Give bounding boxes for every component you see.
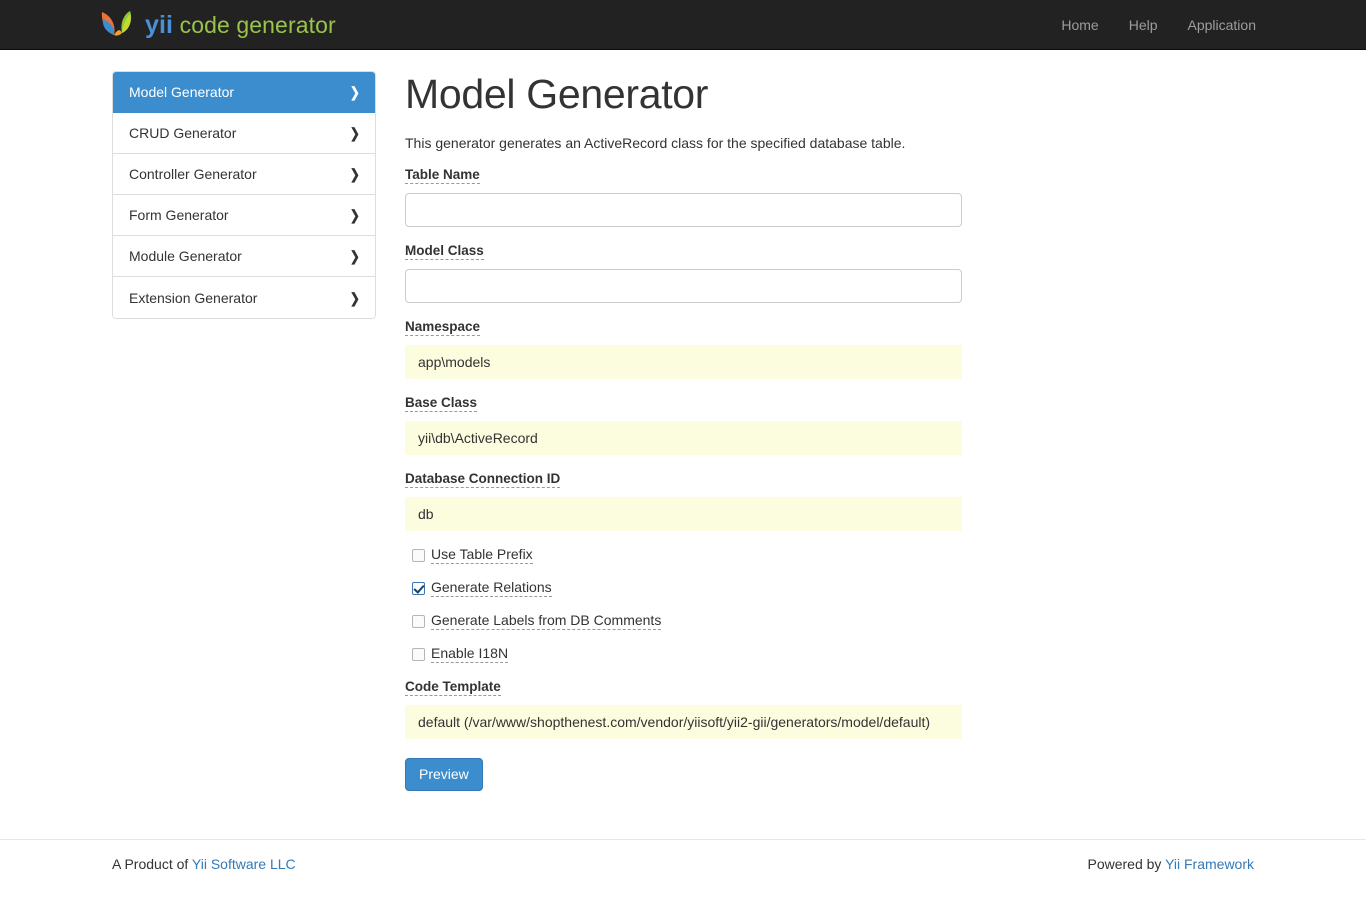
namespace-input[interactable] (405, 345, 962, 379)
sidebar-item-label: Module Generator (129, 248, 349, 264)
sidebar-item-label: Model Generator (129, 84, 349, 100)
field-group-db-connection-id: Database Connection ID (405, 470, 1005, 531)
enable-i18n-checkbox[interactable] (412, 648, 425, 661)
sidebar-item-extension-generator[interactable]: Extension Generator ❯ (113, 277, 375, 318)
footer-product-credit: A Product of Yii Software LLC (112, 856, 296, 872)
checkbox-row-generate-labels-from-db-comments: Generate Labels from DB Comments (405, 612, 1005, 630)
nav-item-help[interactable]: Help (1114, 0, 1173, 50)
brand-text: yii code generator (145, 13, 336, 38)
footer-left-prefix: A Product of (112, 856, 192, 872)
footer-powered-by: Powered by Yii Framework (1087, 856, 1254, 872)
db-connection-id-input[interactable] (405, 497, 962, 531)
table-name-input[interactable] (405, 193, 962, 227)
primary-nav: Home Help Application (1046, 0, 1271, 50)
sidebar-item-form-generator[interactable]: Form Generator ❯ (113, 195, 375, 236)
footer-link-yii-software[interactable]: Yii Software LLC (192, 856, 296, 872)
generate-relations-label: Generate Relations (431, 579, 552, 597)
page-title: Model Generator (405, 72, 1005, 117)
field-group-model-class: Model Class (405, 242, 1005, 303)
use-table-prefix-checkbox[interactable] (412, 549, 425, 562)
sidebar-item-label: CRUD Generator (129, 125, 349, 141)
checkbox-row-generate-relations: Generate Relations (405, 579, 1005, 597)
preview-button[interactable]: Preview (405, 758, 483, 791)
label-code-template: Code Template (405, 679, 501, 696)
content-container: Model Generator ❯ CRUD Generator ❯ Contr… (0, 50, 1366, 839)
use-table-prefix-label: Use Table Prefix (431, 546, 533, 564)
brand-name-codegen: code generator (180, 12, 336, 38)
sidebar-item-label: Form Generator (129, 207, 349, 223)
footer-right-prefix: Powered by (1087, 856, 1165, 872)
sidebar-item-label: Extension Generator (129, 290, 349, 306)
sidebar-item-crud-generator[interactable]: CRUD Generator ❯ (113, 113, 375, 154)
brand-name-yii: yii (145, 11, 173, 39)
checkbox-row-use-table-prefix: Use Table Prefix (405, 546, 1005, 564)
base-class-input[interactable] (405, 421, 962, 455)
label-namespace: Namespace (405, 319, 480, 336)
generator-form-panel: Model Generator This generator generates… (405, 72, 1005, 791)
generate-labels-from-db-comments-checkbox[interactable] (412, 615, 425, 628)
label-db-connection-id: Database Connection ID (405, 471, 560, 488)
enable-i18n-label: Enable I18N (431, 645, 508, 663)
generate-relations-checkbox[interactable] (412, 582, 425, 595)
sidebar-item-model-generator[interactable]: Model Generator ❯ (113, 72, 375, 113)
field-group-base-class: Base Class (405, 394, 1005, 455)
page-footer: A Product of Yii Software LLC Powered by… (0, 839, 1366, 914)
field-group-table-name: Table Name (405, 166, 1005, 227)
model-class-input[interactable] (405, 269, 962, 303)
sidebar-item-module-generator[interactable]: Module Generator ❯ (113, 236, 375, 277)
app-page: yii code generator Home Help Application… (0, 0, 1366, 914)
chevron-right-icon: ❯ (350, 249, 360, 263)
label-base-class: Base Class (405, 395, 477, 412)
code-template-input[interactable] (405, 705, 962, 739)
nav-item-application[interactable]: Application (1173, 0, 1272, 50)
nav-item-home[interactable]: Home (1046, 0, 1113, 50)
chevron-right-icon: ❯ (350, 208, 360, 222)
brand-logo-link[interactable]: yii code generator (100, 0, 336, 50)
generator-sidebar: Model Generator ❯ CRUD Generator ❯ Contr… (112, 71, 376, 319)
page-description: This generator generates an ActiveRecord… (405, 135, 1005, 151)
chevron-right-icon: ❯ (350, 167, 360, 181)
footer-link-yii-framework[interactable]: Yii Framework (1165, 856, 1254, 872)
chevron-right-icon: ❯ (350, 291, 360, 305)
checkbox-row-enable-i18n: Enable I18N (405, 645, 1005, 663)
chevron-right-icon: ❯ (350, 126, 360, 140)
sidebar-item-controller-generator[interactable]: Controller Generator ❯ (113, 154, 375, 195)
field-group-code-template: Code Template (405, 678, 1005, 739)
yii-bird-logo-icon (100, 8, 136, 42)
sidebar-item-label: Controller Generator (129, 166, 349, 182)
top-navbar: yii code generator Home Help Application (0, 0, 1366, 50)
label-model-class: Model Class (405, 243, 484, 260)
field-group-namespace: Namespace (405, 318, 1005, 379)
chevron-right-icon: ❯ (350, 85, 360, 99)
label-table-name: Table Name (405, 167, 480, 184)
generate-labels-from-db-comments-label: Generate Labels from DB Comments (431, 612, 661, 630)
